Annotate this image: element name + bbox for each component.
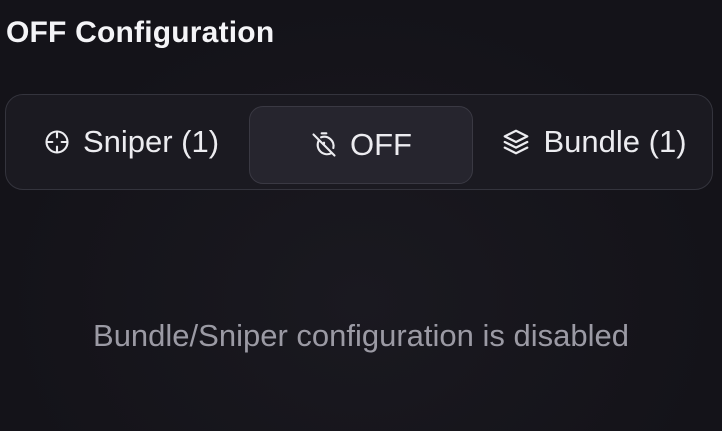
mode-option-label: Sniper (1) (82, 124, 220, 159)
crosshair-icon (43, 128, 71, 156)
mode-option-label: Bundle (1) (543, 124, 687, 159)
mode-option-label: OFF (350, 127, 412, 162)
timer-off-icon (310, 131, 338, 159)
mode-option-bundle[interactable]: Bundle (1) (480, 95, 708, 189)
mode-option-off[interactable]: OFF (249, 106, 473, 184)
layers-icon (501, 127, 531, 157)
mode-segmented-control: Sniper (1) OFF Bundle (1) (5, 94, 713, 190)
off-configuration-panel: OFF Configuration Sniper (1) OFF Bundle … (0, 0, 722, 431)
mode-option-sniper[interactable]: Sniper (1) (18, 95, 244, 189)
disabled-message: Bundle/Sniper configuration is disabled (93, 318, 629, 353)
section-title: OFF Configuration (6, 16, 275, 49)
